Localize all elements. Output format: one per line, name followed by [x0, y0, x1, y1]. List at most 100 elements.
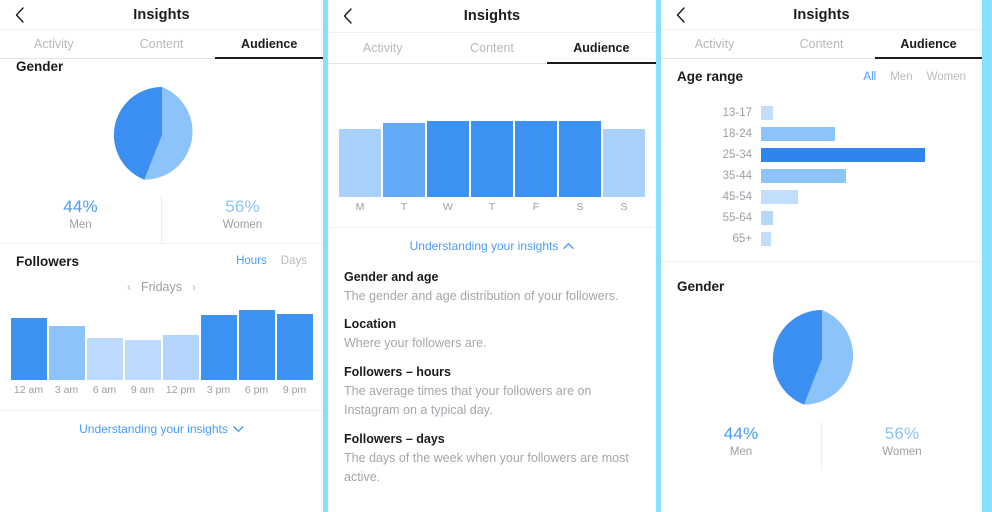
- men-label: Men: [729, 446, 753, 458]
- bar-9pm: [276, 314, 313, 380]
- age-range-title: Age range: [677, 69, 744, 84]
- back-icon[interactable]: [673, 6, 689, 23]
- age-row: 55-64: [661, 207, 982, 228]
- bar-col-9am: 9 am: [124, 340, 161, 396]
- gender-title: Gender: [677, 278, 725, 294]
- understanding-insights-expander-2[interactable]: Understanding your insights: [328, 228, 656, 264]
- understanding-insights-expander-1[interactable]: Understanding your insights: [0, 411, 323, 447]
- scroll-area-2[interactable]: M T W T F S S Understanding your insight…: [328, 64, 656, 512]
- nav-bar-2: Insights: [328, 0, 656, 32]
- next-day-icon[interactable]: ›: [192, 280, 196, 294]
- bar-monday: [339, 129, 381, 197]
- bar-label-9pm: 9 pm: [282, 384, 307, 396]
- toggle-hours[interactable]: Hours: [236, 255, 267, 267]
- age-label-18-24: 18-24: [722, 127, 752, 140]
- bar-sunday: [603, 129, 645, 197]
- scroll-area-1[interactable]: Gender 44% Men 56% Women Followers Hours…: [0, 59, 323, 512]
- gender-pie-chart: [0, 75, 323, 185]
- bar-label-6pm: 6 pm: [244, 384, 269, 396]
- back-icon[interactable]: [12, 6, 28, 23]
- tab-content[interactable]: Content: [437, 33, 546, 63]
- glossary-item: Location Where your followers are.: [344, 317, 640, 353]
- bar-9am: [124, 340, 161, 380]
- scroll-area-3[interactable]: Age range All Men Women 13-17 18-24 25-3…: [661, 59, 982, 512]
- age-filter-men[interactable]: Men: [890, 71, 912, 83]
- bar-thursday: [471, 121, 513, 197]
- bar-12pm: [162, 335, 199, 380]
- glossary-term: Location: [344, 317, 397, 332]
- tab-audience[interactable]: Audience: [546, 33, 656, 64]
- phone-screen-2: Insights Activity Content Audience M T W: [328, 0, 656, 512]
- bar-col-3am: 3 am: [48, 326, 85, 396]
- age-row: 35-44: [661, 165, 982, 186]
- bar-col-12pm: 12 pm: [162, 335, 199, 396]
- bar-col-wednesday: W: [427, 121, 469, 213]
- bar-3am: [48, 326, 85, 380]
- day-label: Fridays: [141, 280, 182, 294]
- age-label-25-34: 25-34: [722, 148, 752, 161]
- tab-audience[interactable]: Audience: [875, 30, 982, 59]
- bar-label-3am: 3 am: [54, 384, 79, 396]
- gender-section-1: Gender 44% Men 56% Women: [0, 59, 323, 243]
- women-percent: 56%: [225, 197, 260, 216]
- bar-col-6am: 6 am: [86, 338, 123, 396]
- followers-title: Followers: [16, 253, 80, 269]
- bar-label-sunday: S: [620, 201, 628, 213]
- bar-label-monday: M: [355, 201, 365, 213]
- legend-women: 56% Women: [161, 195, 323, 243]
- followers-days-chart: M T W T F S S: [328, 119, 656, 213]
- prev-day-icon[interactable]: ‹: [127, 280, 131, 294]
- day-stepper: ‹ Fridays ›: [0, 280, 323, 294]
- bar-col-9pm: 9 pm: [276, 314, 313, 396]
- age-filter-all[interactable]: All: [863, 71, 876, 83]
- expander-label: Understanding your insights: [79, 422, 228, 436]
- bar-label-9am: 9 am: [130, 384, 155, 396]
- glossary-list: Gender and age The gender and age distri…: [328, 264, 656, 487]
- tab-content[interactable]: Content: [108, 30, 216, 58]
- bar-label-6am: 6 am: [92, 384, 117, 396]
- age-range-section: Age range All Men Women 13-17 18-24 25-3…: [661, 59, 982, 261]
- phone-screen-3: Insights Activity Content Audience Age r…: [661, 0, 982, 512]
- nav-bar-3: Insights: [661, 0, 982, 29]
- toggle-days[interactable]: Days: [281, 255, 307, 267]
- gender-pie-chart: [661, 296, 982, 410]
- legend-men: 44% Men: [0, 195, 161, 243]
- bar-label-friday: F: [532, 201, 540, 213]
- tab-content[interactable]: Content: [768, 30, 875, 58]
- bar-friday: [515, 121, 557, 197]
- bar-saturday: [559, 121, 601, 197]
- age-row: 65+: [661, 228, 982, 249]
- followers-section-1: Followers Hours Days ‹ Fridays › 12 am 3…: [0, 244, 323, 396]
- bar-tuesday: [383, 123, 425, 197]
- phone-screen-1: Insights Activity Content Audience Gende…: [0, 0, 323, 512]
- bar-label-thursday: T: [488, 201, 496, 213]
- tab-audience[interactable]: Audience: [215, 30, 323, 59]
- gender-legend-1: 44% Men 56% Women: [0, 195, 323, 243]
- glossary-definition: The gender and age distribution of your …: [344, 289, 619, 303]
- glossary-definition: The average times that your followers ar…: [344, 383, 592, 418]
- page-title: Insights: [133, 6, 190, 23]
- age-row: 13-17: [661, 102, 982, 123]
- tab-activity[interactable]: Activity: [0, 30, 108, 58]
- glossary-item: Followers – days The days of the week wh…: [344, 432, 640, 488]
- age-filter-women[interactable]: Women: [927, 71, 966, 83]
- bar-col-12am: 12 am: [10, 318, 47, 396]
- bar-label-12pm: 12 pm: [165, 384, 196, 396]
- glossary-definition: The days of the week when your followers…: [344, 450, 629, 484]
- men-label: Men: [69, 219, 92, 231]
- age-row: 25-34: [661, 144, 982, 165]
- back-icon[interactable]: [340, 8, 356, 24]
- age-bar-13-17: [761, 105, 773, 120]
- glossary-term: Gender and age: [344, 270, 439, 284]
- bar-label-3pm: 3 pm: [206, 384, 231, 396]
- tab-activity[interactable]: Activity: [661, 30, 768, 58]
- legend-women: 56% Women: [821, 422, 982, 470]
- chevron-up-icon: [563, 243, 575, 249]
- tab-activity[interactable]: Activity: [328, 33, 437, 63]
- women-percent: 56%: [884, 424, 920, 443]
- pie-svg: [113, 86, 193, 180]
- page-title: Insights: [793, 6, 850, 23]
- tab-bar-3: Activity Content Audience: [661, 29, 982, 59]
- age-label-45-54: 45-54: [722, 190, 752, 203]
- glossary-term: Followers – days: [344, 431, 445, 446]
